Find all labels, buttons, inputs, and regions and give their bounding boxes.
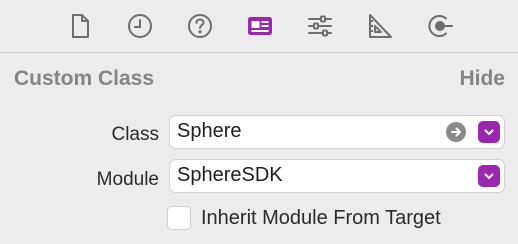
toolbar-divider: [0, 52, 518, 53]
file-icon[interactable]: [64, 10, 96, 42]
chevron-down-icon: [484, 129, 494, 135]
module-combo-field[interactable]: SphereSDK: [170, 160, 504, 192]
size-ruler-icon[interactable]: [364, 10, 396, 42]
help-question-icon[interactable]: [184, 10, 216, 42]
connections-icon[interactable]: [424, 10, 456, 42]
go-to-class-arrow-icon[interactable]: [446, 122, 466, 142]
attributes-sliders-icon[interactable]: [304, 10, 336, 42]
module-input[interactable]: SphereSDK: [177, 164, 283, 187]
inherit-module-label[interactable]: Inherit Module From Target: [201, 207, 441, 230]
identity-inspector-icon[interactable]: [244, 10, 276, 42]
history-clock-icon[interactable]: [124, 10, 156, 42]
class-combo-field[interactable]: Sphere: [170, 116, 504, 148]
class-input[interactable]: Sphere: [177, 120, 242, 143]
inspector-toolbar: [0, 0, 518, 52]
class-label: Class: [111, 124, 159, 145]
inherit-module-checkbox[interactable]: [168, 207, 190, 229]
module-label: Module: [96, 169, 159, 190]
chevron-down-icon: [484, 173, 494, 179]
module-dropdown-button[interactable]: [478, 165, 500, 187]
hide-button[interactable]: Hide: [459, 67, 505, 91]
class-dropdown-button[interactable]: [478, 121, 500, 143]
section-title: Custom Class: [14, 67, 155, 90]
